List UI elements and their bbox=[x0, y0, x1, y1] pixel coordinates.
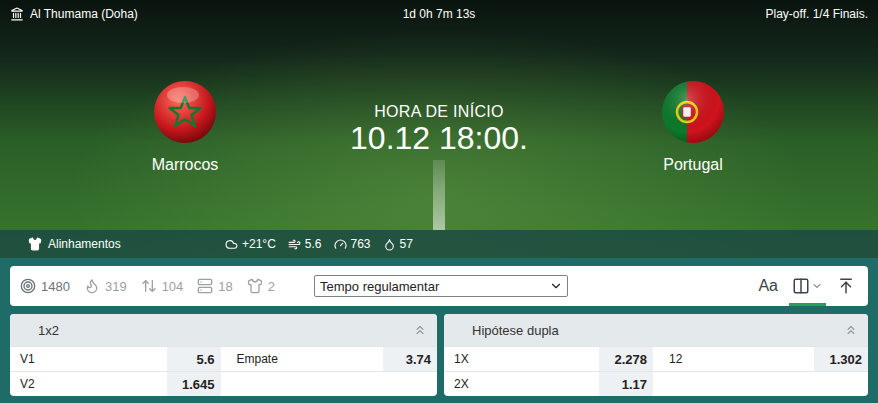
outcome-odd: 1.17 bbox=[599, 372, 653, 396]
hot-icon bbox=[84, 278, 100, 294]
all-icon bbox=[20, 278, 36, 294]
info-bar: Alinhamentos+21°C 5.6 763 57 bbox=[0, 230, 878, 258]
team[interactable]: Marrocos bbox=[75, 24, 295, 174]
match-header: Al Thumama (Doha) 1d 0h 7m 13sPlay-off. 1… bbox=[0, 0, 878, 258]
team-name: Marrocos bbox=[152, 156, 219, 174]
weather-item: 5.6 bbox=[288, 237, 322, 251]
venue: Al Thumama (Doha) bbox=[10, 7, 403, 21]
market-title: 1x2 bbox=[38, 323, 59, 338]
filter-tab[interactable]: 104 bbox=[141, 278, 184, 294]
start-time: 10.12 18:00. bbox=[350, 121, 528, 156]
market-title: Hipótese dupla bbox=[472, 323, 559, 338]
morocco-flag-icon bbox=[153, 80, 217, 144]
filter-list: 1480 319 104 18 2 bbox=[20, 278, 314, 294]
market-row: 2X1.17 bbox=[444, 371, 868, 396]
odd-cell[interactable]: Empate3.74 bbox=[227, 347, 438, 371]
wind-icon bbox=[288, 238, 301, 251]
team[interactable]: Portugal bbox=[583, 24, 803, 174]
odd-cell[interactable]: V21.645 bbox=[10, 372, 221, 396]
columns-tool[interactable] bbox=[789, 266, 826, 306]
market-row: V21.645 bbox=[10, 371, 437, 396]
filter-tab[interactable]: 1480 bbox=[20, 278, 70, 294]
market-row: V15.6Empate3.74 bbox=[10, 346, 437, 371]
pin-tool[interactable] bbox=[834, 266, 858, 306]
stage: Play-off. 1/4 Finais. bbox=[475, 7, 868, 21]
market-header[interactable]: Hipótese dupla bbox=[444, 314, 868, 346]
collapse-icon bbox=[413, 323, 427, 337]
outcome-label: 12 bbox=[659, 347, 814, 371]
odd-cell[interactable]: 1X2.278 bbox=[444, 347, 653, 371]
match-main: Marrocos HORA DE INÍCIO10.12 18:00. Portug… bbox=[0, 24, 878, 230]
filter-tab[interactable]: 319 bbox=[84, 278, 127, 294]
odd-cell[interactable]: 121.302 bbox=[659, 347, 868, 371]
odd-cell[interactable]: V15.6 bbox=[10, 347, 221, 371]
filter-tab[interactable]: 2 bbox=[247, 278, 275, 294]
font-tool[interactable]: Aa bbox=[755, 266, 781, 306]
chevron-down-icon bbox=[811, 280, 823, 292]
odd-cell[interactable]: 2X1.17 bbox=[444, 372, 653, 396]
market-panel: Hipótese dupla1X2.278121.3022X1.17 bbox=[444, 314, 868, 396]
venue-name: Al Thumama (Doha) bbox=[30, 7, 138, 21]
players-icon bbox=[247, 278, 263, 294]
lineups-link[interactable]: Alinhamentos bbox=[28, 237, 225, 251]
pin-top-icon bbox=[837, 277, 855, 295]
weather-item: 763 bbox=[334, 237, 371, 251]
outcome-odd: 1.645 bbox=[167, 372, 221, 396]
header-top-row: Al Thumama (Doha) 1d 0h 7m 13sPlay-off. 1… bbox=[0, 0, 878, 24]
match-page: Al Thumama (Doha) 1d 0h 7m 13sPlay-off. 1… bbox=[0, 0, 878, 403]
countdown: 1d 0h 7m 13s bbox=[403, 7, 476, 21]
filter-tab[interactable]: 18 bbox=[197, 278, 232, 294]
stadium-icon bbox=[10, 7, 24, 21]
pressure-icon bbox=[334, 238, 347, 251]
outcome-label: Empate bbox=[227, 347, 384, 371]
start-label: HORA DE INÍCIO bbox=[374, 103, 504, 121]
temperature-icon bbox=[225, 238, 238, 251]
weather-item: 57 bbox=[383, 237, 413, 251]
outcome-label: 2X bbox=[444, 372, 599, 396]
market-row: 1X2.278121.302 bbox=[444, 346, 868, 371]
team-name: Portugal bbox=[663, 156, 723, 174]
shirt-icon bbox=[28, 237, 42, 251]
view-tools: Aa bbox=[755, 266, 858, 306]
totals-icon bbox=[141, 278, 157, 294]
outcome-odd: 5.6 bbox=[167, 347, 221, 371]
outcome-label: V1 bbox=[10, 347, 167, 371]
weather-item: +21°C bbox=[225, 237, 276, 251]
outcome-odd: 2.278 bbox=[599, 347, 653, 371]
chevron-down-icon bbox=[549, 279, 563, 293]
market-panel: 1x2V15.6Empate3.74V21.645 bbox=[10, 314, 437, 396]
columns-icon bbox=[792, 277, 810, 295]
content: 1480 319 104 18 2 Tempo regulamentar Aa 1x2 V15.… bbox=[0, 258, 878, 403]
humidity-icon bbox=[383, 238, 396, 251]
stats-icon bbox=[197, 278, 213, 294]
outcome-label: V2 bbox=[10, 372, 167, 396]
outcome-odd: 3.74 bbox=[383, 347, 437, 371]
start-block: HORA DE INÍCIO10.12 18:00. bbox=[295, 24, 583, 156]
outcome-label: 1X bbox=[444, 347, 599, 371]
collapse-icon bbox=[844, 323, 858, 337]
period-select[interactable]: Tempo regulamentar bbox=[314, 275, 568, 297]
markets: 1x2V15.6Empate3.74V21.645Hipótese dupla1… bbox=[10, 314, 868, 396]
toolbar: 1480 319 104 18 2 Tempo regulamentar Aa bbox=[10, 266, 868, 306]
portugal-flag-icon bbox=[661, 80, 725, 144]
outcome-odd: 1.302 bbox=[814, 347, 868, 371]
font-size-icon: Aa bbox=[758, 277, 778, 295]
market-header[interactable]: 1x2 bbox=[10, 314, 437, 346]
